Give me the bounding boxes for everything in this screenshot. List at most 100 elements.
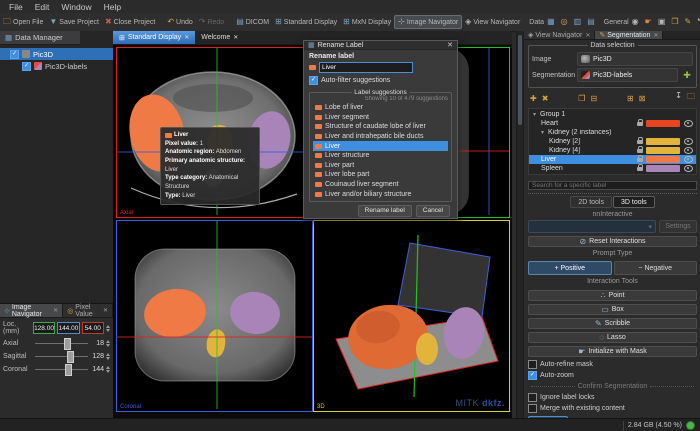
- label-row-kidney-parent[interactable]: ▾ Kidney (2 instances): [529, 128, 696, 137]
- spin-arrows[interactable]: [106, 340, 110, 347]
- label-row-kidney-2[interactable]: Kidney [2]: [529, 137, 696, 146]
- coronal-viewport[interactable]: Coronal: [116, 220, 313, 412]
- lock-icon[interactable]: [637, 122, 643, 126]
- eye-icon[interactable]: [684, 120, 693, 127]
- remove-label-icon[interactable]: ✖: [542, 94, 549, 103]
- loc-y-spinbox[interactable]: 144.00: [57, 322, 79, 334]
- eye-icon[interactable]: [684, 156, 693, 163]
- close-project-button[interactable]: ✖Close Project: [102, 16, 158, 28]
- image-selector[interactable]: Pic3D: [577, 52, 693, 66]
- liver-color-swatch[interactable]: [646, 156, 680, 163]
- menu-file[interactable]: File: [4, 2, 28, 12]
- sagittal-slider[interactable]: [35, 351, 88, 361]
- eye-icon[interactable]: [684, 147, 693, 154]
- backend-combo[interactable]: ▾: [528, 220, 656, 233]
- label-group-row[interactable]: ▾ Group 1: [529, 110, 696, 119]
- positive-prompt-button[interactable]: + Positive: [528, 261, 612, 275]
- heart-color-swatch[interactable]: [646, 120, 680, 127]
- label-row-spleen[interactable]: Spleen: [529, 164, 696, 173]
- visibility-checkbox[interactable]: [10, 50, 19, 59]
- image-navigator-button[interactable]: ⊹Image Navigator: [394, 15, 462, 29]
- lock-icon[interactable]: [637, 167, 643, 171]
- load-labelset-icon[interactable]: 🗀: [687, 91, 695, 105]
- tab-segmentation[interactable]: ✎ Segmentation✕: [595, 31, 663, 39]
- merge-content-checkbox[interactable]: [528, 404, 537, 413]
- tab-standard-display[interactable]: ⊞ Standard Display✕: [113, 31, 195, 44]
- visibility-button[interactable]: ◉: [629, 16, 642, 28]
- suggestion-item[interactable]: Structure of caudate lobe of liver: [313, 122, 448, 132]
- kidney-color-swatch[interactable]: [646, 138, 680, 145]
- add-group-icon[interactable]: ⊞: [627, 94, 634, 103]
- visibility-checkbox[interactable]: [22, 62, 31, 71]
- settings-button[interactable]: Settings: [659, 220, 697, 233]
- suggestion-item[interactable]: Couinaud liver segment: [313, 180, 448, 190]
- lock-icon[interactable]: [637, 140, 643, 144]
- rename-label-button[interactable]: Rename label: [358, 205, 412, 217]
- menu-help[interactable]: Help: [99, 2, 126, 12]
- close-icon[interactable]: ✕: [53, 307, 58, 314]
- spin-arrows[interactable]: [106, 325, 110, 332]
- autofilter-checkbox[interactable]: [309, 76, 318, 85]
- undo-button[interactable]: ↶Undo: [164, 16, 195, 28]
- loc-x-spinbox[interactable]: 128.00: [33, 322, 55, 334]
- close-icon[interactable]: ✕: [233, 34, 238, 41]
- loc-z-spinbox[interactable]: 54.00: [82, 322, 104, 334]
- kidney-color-swatch[interactable]: [646, 147, 680, 154]
- spin-arrows[interactable]: [106, 366, 110, 373]
- cancel-button[interactable]: Cancel: [416, 205, 450, 217]
- close-icon[interactable]: ✕: [103, 307, 108, 314]
- suggestion-item[interactable]: Liver part: [313, 161, 448, 171]
- data-log-button[interactable]: ▤: [584, 16, 598, 28]
- data-search-button[interactable]: ◎: [558, 16, 571, 28]
- panel-scrollbar[interactable]: [517, 31, 524, 418]
- lasso-tool-button[interactable]: ◌Lasso: [528, 332, 697, 343]
- lock-icon[interactable]: [637, 149, 643, 153]
- point-tool-button[interactable]: ∴Point: [528, 290, 697, 301]
- reset-interactions-button[interactable]: ⊘ Reset Interactions: [528, 236, 697, 247]
- sagittal-slider-handle[interactable]: [67, 351, 74, 363]
- label-color-swatch[interactable]: [309, 65, 316, 70]
- save-labelset-icon[interactable]: ↧: [675, 91, 682, 105]
- lock-icon[interactable]: [637, 158, 643, 162]
- save-project-button[interactable]: ▼Save Project: [46, 16, 102, 28]
- add-label-icon[interactable]: ✚: [530, 94, 537, 103]
- open-file-button[interactable]: 🗀Open File: [0, 16, 46, 28]
- suggestion-item[interactable]: Lobe of liver: [313, 103, 448, 113]
- data-properties-button[interactable]: ▥: [571, 16, 585, 28]
- menu-edit[interactable]: Edit: [30, 2, 55, 12]
- close-icon[interactable]: ✕: [184, 34, 189, 41]
- suggestion-item[interactable]: Liver and/or biliary structure: [313, 189, 448, 199]
- initialize-with-mask-button[interactable]: ☛Initialize with Mask: [528, 346, 697, 357]
- close-icon[interactable]: ✕: [653, 32, 658, 39]
- tab-3d-tools[interactable]: 3D tools: [613, 196, 655, 208]
- view-navigator-button[interactable]: ◈View Navigator: [462, 16, 523, 28]
- hand-tool-button[interactable]: ☛: [642, 16, 655, 28]
- axial-slider[interactable]: [35, 338, 88, 348]
- axial-slider-handle[interactable]: [64, 338, 71, 350]
- coronal-slider-handle[interactable]: [65, 364, 72, 376]
- suggestion-item[interactable]: Liver segment: [313, 113, 448, 123]
- eye-icon[interactable]: [684, 138, 693, 145]
- collapse-icon[interactable]: ▾: [541, 129, 548, 136]
- collapse-icon[interactable]: ▾: [533, 111, 540, 118]
- label-row-kidney-4[interactable]: Kidney [4]: [529, 146, 696, 155]
- segmentation-selector[interactable]: Pic3D-labels: [577, 68, 678, 82]
- comment-button[interactable]: ❝: [694, 16, 700, 28]
- box-tool-button[interactable]: ▭Box: [528, 304, 697, 315]
- suggestion-item[interactable]: Liver lobe part: [313, 170, 448, 180]
- dialog-title-bar[interactable]: ▦ Rename Label ✕: [304, 41, 457, 50]
- mxn-display-button[interactable]: ⊞MxN Display: [340, 16, 394, 28]
- tab-view-navigator[interactable]: ◈ View Navigator✕: [524, 31, 595, 39]
- annotation-button[interactable]: ✎: [682, 16, 695, 28]
- suggestion-item[interactable]: Liver and intrahepatic bile ducts: [313, 132, 448, 142]
- data-node-pic3d-labels[interactable]: Pic3D-labels: [0, 60, 113, 72]
- data-manager-tab[interactable]: ▦ Data Manager: [0, 31, 80, 45]
- menu-window[interactable]: Window: [56, 2, 96, 12]
- new-segmentation-button[interactable]: ✚: [681, 69, 693, 81]
- spin-arrows[interactable]: [106, 353, 110, 360]
- coronal-slider[interactable]: [35, 364, 88, 374]
- clone-button[interactable]: ❐: [668, 16, 681, 28]
- dialog-close-icon[interactable]: ✕: [447, 41, 453, 49]
- label-name-input[interactable]: [319, 62, 413, 73]
- confirm-segmentation-button[interactable]: Confirm Segmentation: [528, 383, 697, 390]
